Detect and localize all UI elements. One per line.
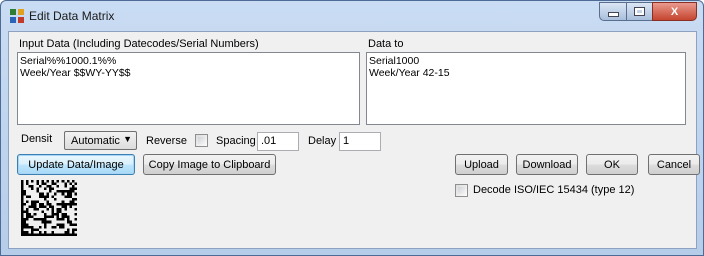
output-line: Serial1000 (369, 55, 420, 67)
input-data-label: Input Data (Including Datecodes/Serial N… (19, 38, 259, 50)
data-matrix-barcode (21, 180, 77, 236)
delay-input[interactable]: 1 (339, 132, 381, 151)
delay-label: Delay (308, 135, 337, 147)
spacing-label: Spacing (216, 135, 256, 147)
copy-image-to-clipboard-button[interactable]: Copy Image to Clipboard (143, 154, 276, 175)
data-to-label: Data to (368, 38, 404, 50)
chevron-down-icon: ▼ (123, 134, 132, 144)
update-data-image-button[interactable]: Update Data/Image (17, 154, 135, 175)
density-select[interactable]: Automatic ▼ (64, 131, 137, 150)
ok-button[interactable]: OK (586, 154, 638, 175)
minimize-icon (607, 12, 619, 17)
edit-data-matrix-window: Edit Data Matrix X Input Data (Including… (0, 0, 704, 256)
close-icon: X (670, 5, 679, 18)
maximize-button[interactable] (626, 2, 652, 21)
decode-iso-label: Decode ISO/IEC 15434 (type 12) (473, 184, 635, 196)
input-data-textarea[interactable]: Serial%%1000.1%% Week/Year $$WY-YY$$ (17, 52, 360, 125)
app-icon (10, 9, 24, 23)
data-to-textarea[interactable]: Serial1000 Week/Year 42-15 (366, 52, 686, 125)
download-button[interactable]: Download (516, 154, 578, 175)
decode-iso-checkbox[interactable] (455, 184, 468, 197)
upload-button[interactable]: Upload (455, 154, 508, 175)
window-title: Edit Data Matrix (29, 9, 115, 23)
dialog-body: Input Data (Including Datecodes/Serial N… (8, 31, 700, 249)
input-line: Serial%%1000.1%% (20, 55, 117, 67)
caption-buttons: X (599, 2, 697, 22)
cancel-button[interactable]: Cancel (648, 154, 700, 175)
minimize-button[interactable] (599, 2, 626, 21)
density-label: Densit (21, 133, 53, 145)
close-button[interactable]: X (652, 2, 697, 21)
reverse-checkbox[interactable] (195, 134, 208, 147)
input-line: Week/Year $$WY-YY$$ (20, 67, 131, 79)
reverse-label: Reverse (146, 135, 187, 147)
spacing-input[interactable]: .01 (257, 132, 299, 151)
title-bar[interactable]: Edit Data Matrix X (1, 1, 703, 31)
maximize-icon (634, 7, 645, 16)
density-value: Automatic (71, 135, 120, 147)
output-line: Week/Year 42-15 (369, 67, 450, 79)
